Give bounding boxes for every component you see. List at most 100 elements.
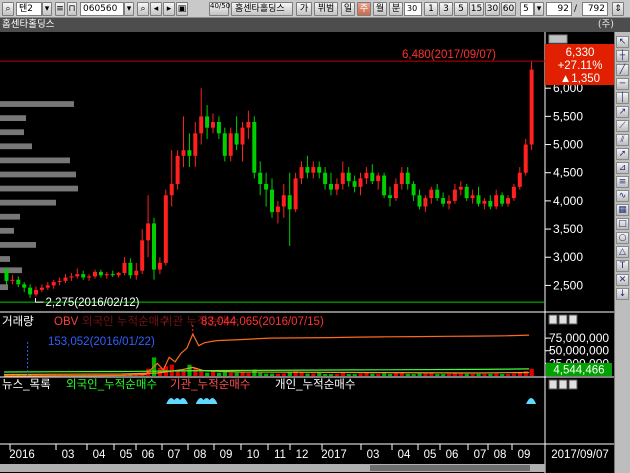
- legend-inst-cum: 기관_누적순매수: [170, 378, 250, 391]
- legend-obv: OBV: [54, 316, 79, 328]
- candle-body: [441, 198, 446, 204]
- erase-tool-icon[interactable]: ✕: [616, 274, 629, 286]
- candle-body: [187, 150, 192, 156]
- next-stock-icon[interactable]: ▸: [163, 2, 175, 16]
- candle-body: [75, 274, 80, 277]
- grid-tool-icon[interactable]: ▦: [616, 204, 629, 216]
- prev-stock-icon[interactable]: ◂: [150, 2, 162, 16]
- volume-profile-bar: [0, 171, 76, 178]
- interval-60-button[interactable]: 60: [501, 2, 516, 16]
- toggle-button[interactable]: 뷔범: [314, 2, 338, 16]
- candle-body: [22, 284, 27, 288]
- volume-bar: [329, 374, 334, 376]
- ray-tool-icon[interactable]: ⟋: [616, 120, 629, 132]
- fan-tool-icon[interactable]: ⊿: [616, 162, 629, 174]
- daily-button[interactable]: 일: [341, 2, 355, 16]
- monthly-button[interactable]: 월: [373, 2, 387, 16]
- volume-bar: [447, 373, 452, 376]
- time-tick-label: 04: [93, 449, 106, 461]
- panel-controls-volume[interactable]: [548, 314, 578, 325]
- price-tick-label: 3,000: [553, 250, 583, 264]
- candle-body: [157, 262, 162, 270]
- time-tick-label: 05: [424, 449, 437, 461]
- scroll-arrows-icon[interactable]: ⇕: [612, 2, 624, 16]
- stock-info-icon[interactable]: ▣: [176, 2, 188, 16]
- lock-icon[interactable]: ⊓: [67, 2, 77, 16]
- hline-tool-icon[interactable]: ─: [616, 78, 629, 90]
- market-select[interactable]: 텐2: [16, 2, 42, 16]
- time-tick-label: 09: [220, 449, 233, 461]
- minute-button[interactable]: 분: [389, 2, 403, 16]
- crosshair-icon[interactable]: ┼: [616, 50, 629, 62]
- legend-foreign-cum: 외국인_누적순매수: [66, 378, 157, 391]
- code-dropdown-icon[interactable]: ▾: [124, 2, 134, 16]
- candle-body: [435, 189, 440, 199]
- candle-body: [63, 277, 68, 281]
- candle-body: [317, 167, 322, 173]
- weekly-button[interactable]: 주: [357, 2, 371, 16]
- candle-body: [340, 172, 345, 184]
- candle-body: [382, 175, 387, 196]
- volume-bar: [511, 373, 517, 376]
- candle-body: [228, 133, 233, 156]
- volume-profile-bar: [0, 242, 36, 248]
- stock-code-input[interactable]: 060560: [80, 2, 124, 16]
- candle-body: [500, 195, 505, 204]
- period-dropdown-icon[interactable]: ▾: [534, 2, 544, 16]
- high-price-label: 6,480(2017/09/07): [402, 49, 496, 61]
- interval-3-button[interactable]: 3: [439, 2, 453, 16]
- candle-body: [216, 122, 221, 134]
- down-arrow-icon[interactable]: ↓: [616, 288, 629, 300]
- rect-tool-icon[interactable]: □: [616, 218, 629, 230]
- volume-bar: [317, 372, 322, 376]
- channel-tool-icon[interactable]: ⫽: [616, 134, 629, 146]
- triangle-tool-icon[interactable]: △: [616, 246, 629, 258]
- panel-controls-news[interactable]: [548, 379, 578, 390]
- panel-controls-price[interactable]: [548, 34, 568, 44]
- price-button[interactable]: 가: [296, 2, 312, 16]
- line-tool-icon[interactable]: ╱: [616, 64, 629, 76]
- volume-profile-bar: [0, 256, 10, 262]
- market-dropdown-icon[interactable]: ▾: [42, 2, 52, 16]
- period-field[interactable]: 5: [520, 2, 534, 16]
- time-tick-label: 2017/09/07: [551, 449, 609, 461]
- cursor-icon[interactable]: ↖: [616, 36, 629, 48]
- volume-profile-bar: [0, 267, 22, 274]
- volume-tick-label: 75,000,000: [549, 331, 609, 345]
- volume-bar: [323, 373, 328, 376]
- settings-icon[interactable]: ≡: [55, 2, 65, 16]
- candle-body: [222, 133, 227, 156]
- fibo-tool-icon[interactable]: ≡: [616, 176, 629, 188]
- search-icon[interactable]: ⌕: [2, 2, 14, 16]
- circle-tool-icon[interactable]: ○: [616, 232, 629, 244]
- candle-body: [470, 195, 475, 199]
- text-tool-icon[interactable]: T: [616, 260, 629, 272]
- magnifier-icon[interactable]: ⌕: [137, 2, 149, 16]
- trend-tool-icon[interactable]: ↗: [616, 106, 629, 118]
- panel-max-icon: [558, 314, 568, 325]
- current-price: 6,330: [566, 47, 595, 59]
- volume-bar: [270, 373, 275, 376]
- obv-low-label: 153,052(2016/01/22): [48, 336, 155, 348]
- wave-tool-icon[interactable]: ∿: [616, 190, 629, 202]
- candle-body: [87, 276, 92, 278]
- interval-1-button[interactable]: 1: [424, 2, 438, 16]
- chart-area[interactable]: 2,5003,0003,5004,0004,5005,0005,5006,000…: [0, 32, 614, 473]
- vline-tool-icon[interactable]: │: [616, 92, 629, 104]
- interval-15-button[interactable]: 15: [469, 2, 484, 16]
- candle-body: [93, 271, 97, 277]
- candle-body: [134, 270, 139, 276]
- volume-bar: [199, 371, 204, 376]
- minute-value-field[interactable]: 30: [404, 2, 422, 16]
- time-scrollbar-thumb[interactable]: [370, 465, 530, 471]
- volume-bar: [388, 373, 393, 376]
- volume-bar: [405, 373, 410, 376]
- interval-5-button[interactable]: 5: [454, 2, 468, 16]
- time-tick-label: 11: [274, 449, 286, 461]
- candle-body: [116, 273, 121, 276]
- time-tick-label: 2017: [321, 449, 347, 461]
- candle-body: [494, 195, 499, 207]
- interval-30-button[interactable]: 30: [485, 2, 500, 16]
- page-current-field[interactable]: 92: [546, 2, 572, 16]
- arrow-tool-icon[interactable]: ➚: [616, 148, 629, 160]
